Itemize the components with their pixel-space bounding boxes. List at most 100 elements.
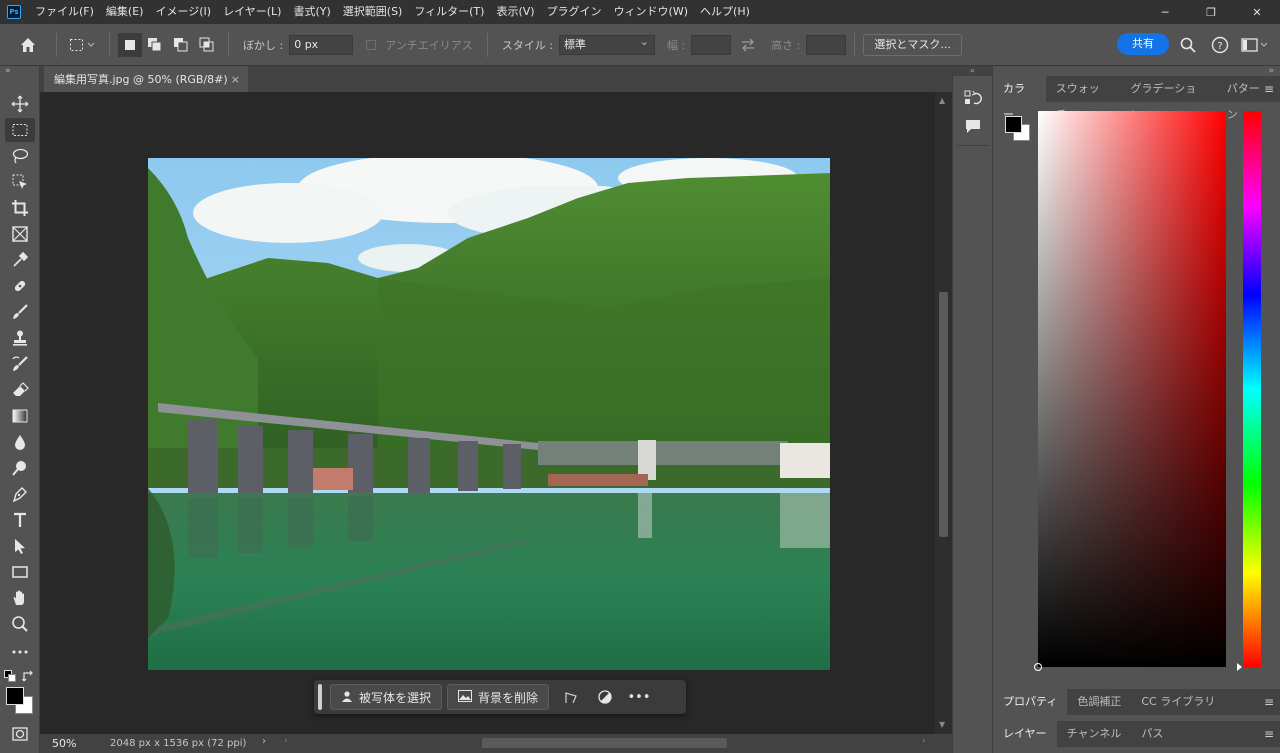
remove-background-button[interactable]: 背景を削除 — [447, 684, 550, 710]
tab-cc-libraries[interactable]: CC ライブラリ — [1131, 689, 1225, 715]
frame-tool-icon[interactable] — [5, 222, 35, 246]
tab-gradients[interactable]: グラデーション — [1120, 76, 1216, 121]
antialias-checkbox[interactable] — [363, 33, 379, 57]
eyedropper-tool-icon[interactable] — [5, 248, 35, 272]
task-bar-grip-handle[interactable] — [318, 684, 322, 710]
spot-healing-brush-icon[interactable] — [5, 274, 35, 298]
home-icon[interactable] — [8, 33, 48, 57]
divider — [228, 32, 229, 57]
rectangular-marquee-tool-icon[interactable] — [5, 118, 35, 142]
quick-mask-icon[interactable] — [5, 722, 35, 746]
select-and-mask-button[interactable]: 選択とマスク... — [863, 33, 962, 56]
foreground-color-swatch[interactable] — [6, 687, 24, 705]
eraser-tool-icon[interactable] — [5, 378, 35, 402]
feather-input[interactable]: 0 px — [289, 34, 354, 55]
select-subject-button[interactable]: 被写体を選択 — [330, 684, 443, 710]
width-input[interactable] — [691, 34, 732, 55]
menu-bar: Ps ファイル(F) 編集(E) イメージ(I) レイヤー(L) 書式(Y) 選… — [0, 0, 1280, 24]
pen-tool-icon[interactable] — [5, 482, 35, 506]
zoom-tool-icon[interactable] — [5, 612, 35, 636]
clone-stamp-tool-icon[interactable] — [5, 326, 35, 350]
vertical-scrollbar[interactable]: ▲ ▼ — [935, 92, 952, 734]
scroll-right-icon[interactable]: › — [922, 736, 926, 746]
scroll-down-icon[interactable]: ▼ — [939, 720, 945, 729]
more-options-icon[interactable]: ••• — [622, 684, 656, 710]
marquee-preset-icon[interactable] — [65, 33, 101, 57]
add-to-selection-icon[interactable] — [142, 33, 168, 57]
menu-edit[interactable]: 編集(E) — [100, 0, 150, 24]
panel-menu-icon[interactable]: ≡ — [1264, 689, 1274, 715]
panel-menu-icon[interactable]: ≡ — [1264, 721, 1274, 747]
menu-view[interactable]: 表示(V) — [490, 0, 540, 24]
collapse-toolbar-icon[interactable]: » — [5, 66, 11, 76]
zoom-level[interactable]: 50% — [52, 737, 92, 750]
swap-width-height-icon[interactable] — [731, 33, 765, 57]
tab-swatches[interactable]: スウォッチ — [1046, 76, 1121, 121]
horizontal-scroll-thumb[interactable] — [482, 738, 727, 748]
new-selection-icon[interactable] — [118, 32, 142, 57]
scroll-up-icon[interactable]: ▲ — [939, 96, 945, 105]
tab-channels[interactable]: チャンネル — [1057, 721, 1132, 747]
vertical-scroll-thumb[interactable] — [939, 292, 948, 537]
menu-help[interactable]: ヘルプ(H) — [694, 0, 756, 24]
crop-tool-icon[interactable] — [5, 196, 35, 220]
share-button[interactable]: 共有 — [1117, 33, 1169, 55]
panel-foreground-swatch[interactable] — [1005, 116, 1022, 133]
document-info[interactable]: 2048 px x 1536 px (72 ppi) — [110, 738, 246, 749]
adjustment-icon[interactable] — [588, 684, 622, 710]
color-picker-field[interactable] — [1034, 111, 1226, 671]
tab-properties[interactable]: プロパティ — [993, 689, 1068, 715]
rectangle-tool-icon[interactable] — [5, 560, 35, 584]
history-icon[interactable] — [963, 88, 983, 111]
menu-filter[interactable]: フィルター(T) — [408, 0, 490, 24]
transform-icon[interactable] — [554, 684, 588, 710]
color-picker-cursor[interactable] — [1034, 663, 1042, 671]
expand-panels-icon[interactable]: « — [953, 66, 992, 76]
lasso-tool-icon[interactable] — [5, 144, 35, 168]
minimize-button[interactable]: ─ — [1142, 0, 1188, 24]
document-photo[interactable] — [148, 158, 830, 670]
hue-slider-handle[interactable] — [1237, 663, 1242, 671]
move-tool-icon[interactable] — [5, 92, 35, 116]
comments-icon[interactable] — [963, 116, 983, 139]
history-brush-tool-icon[interactable] — [5, 352, 35, 376]
dodge-tool-icon[interactable] — [5, 456, 35, 480]
gradient-tool-icon[interactable] — [5, 404, 35, 428]
menu-window[interactable]: ウィンドウ(W) — [608, 0, 694, 24]
path-selection-tool-icon[interactable] — [5, 534, 35, 558]
intersect-selection-icon[interactable] — [194, 33, 220, 57]
blur-tool-icon[interactable] — [5, 430, 35, 454]
more-tools-icon[interactable] — [5, 640, 35, 664]
document-tab[interactable]: 編集用写真.jpg @ 50% (RGB/8#) × — [44, 66, 248, 92]
swap-colors-icon[interactable] — [22, 669, 36, 683]
menu-type[interactable]: 書式(Y) — [287, 0, 336, 24]
brush-tool-icon[interactable] — [5, 300, 35, 324]
help-icon[interactable]: ? — [1210, 33, 1230, 57]
subtract-from-selection-icon[interactable] — [168, 33, 194, 57]
panel-menu-icon[interactable]: ≡ — [1264, 76, 1274, 102]
object-selection-tool-icon[interactable] — [5, 170, 35, 194]
tab-close-icon[interactable]: × — [231, 68, 240, 92]
tab-paths[interactable]: パス — [1131, 721, 1173, 747]
menu-file[interactable]: ファイル(F) — [29, 0, 100, 24]
menu-layer[interactable]: レイヤー(L) — [217, 0, 287, 24]
default-colors-icon[interactable] — [4, 670, 16, 682]
close-button[interactable]: ✕ — [1234, 0, 1280, 24]
menu-select[interactable]: 選択範囲(S) — [337, 0, 409, 24]
height-input[interactable] — [806, 34, 847, 55]
hue-slider[interactable] — [1237, 111, 1261, 671]
hand-tool-icon[interactable] — [5, 586, 35, 610]
style-select[interactable]: 標準 — [558, 33, 655, 55]
restore-button[interactable]: ❐ — [1188, 0, 1234, 24]
menu-image[interactable]: イメージ(I) — [149, 0, 217, 24]
collapse-panels-icon[interactable]: » — [1268, 66, 1274, 76]
workspace-icon[interactable] — [1240, 33, 1270, 57]
search-icon[interactable] — [1178, 33, 1198, 57]
chevron-right-icon[interactable]: › — [262, 736, 266, 747]
tab-color[interactable]: カラー — [993, 76, 1046, 121]
menu-plugins[interactable]: プラグイン — [541, 0, 608, 24]
scroll-left-icon[interactable]: ‹ — [284, 736, 288, 746]
type-tool-icon[interactable] — [5, 508, 35, 532]
tab-layers[interactable]: レイヤー — [993, 721, 1057, 747]
tab-adjustments[interactable]: 色調補正 — [1067, 689, 1131, 715]
